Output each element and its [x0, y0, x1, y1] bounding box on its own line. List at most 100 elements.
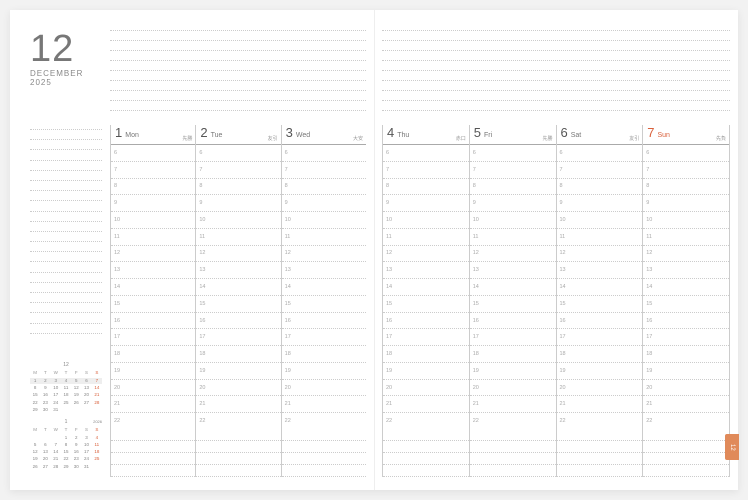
hour-row: 20 [470, 380, 556, 397]
hour-row: 6 [470, 145, 556, 162]
day-number: 1 [115, 125, 122, 140]
notes-below [470, 429, 556, 477]
notes-below [383, 429, 469, 477]
hour-row: 10 [383, 212, 469, 229]
hour-row: 18 [196, 346, 280, 363]
hour-list: 678910111213141516171819202122 [111, 145, 195, 429]
hour-row: 17 [557, 329, 643, 346]
month-name: DECEMBER [30, 69, 83, 78]
hour-row: 19 [557, 363, 643, 380]
month-tab[interactable]: 12 [725, 434, 739, 460]
hour-row: 15 [196, 296, 280, 313]
hour-row: 22 [643, 413, 729, 429]
hour-row: 8 [196, 179, 280, 196]
hour-row: 9 [557, 195, 643, 212]
hour-row: 8 [557, 179, 643, 196]
hour-row: 14 [383, 279, 469, 296]
hour-row: 7 [557, 162, 643, 179]
hour-row: 15 [383, 296, 469, 313]
hour-list: 678910111213141516171819202122 [282, 145, 366, 429]
hour-row: 9 [470, 195, 556, 212]
hour-row: 21 [643, 396, 729, 413]
day-abbr: Wed [296, 132, 310, 139]
hour-row: 21 [282, 396, 366, 413]
hour-list: 678910111213141516171819202122 [383, 145, 469, 429]
hour-row: 12 [282, 246, 366, 263]
hour-row: 17 [470, 329, 556, 346]
hour-row: 11 [111, 229, 195, 246]
hour-row: 16 [643, 313, 729, 330]
hour-row: 6 [557, 145, 643, 162]
hour-row: 11 [196, 229, 280, 246]
hour-row: 17 [111, 329, 195, 346]
day-header: 1Mon先勝 [111, 125, 195, 145]
hour-row: 13 [196, 262, 280, 279]
hour-row: 12 [643, 246, 729, 263]
hour-row: 15 [111, 296, 195, 313]
hour-row: 11 [557, 229, 643, 246]
hour-row: 18 [643, 346, 729, 363]
hour-row: 22 [282, 413, 366, 429]
hour-row: 19 [643, 363, 729, 380]
day-column: 4Thu赤口678910111213141516171819202122 [382, 125, 469, 477]
hour-row: 21 [383, 396, 469, 413]
hour-list: 678910111213141516171819202122 [643, 145, 729, 429]
hour-row: 8 [470, 179, 556, 196]
hour-row: 8 [282, 179, 366, 196]
day-rokuyo: 先勝 [182, 135, 192, 142]
left-page: 12 DECEMBER 2025 1Mon先勝67891011121314151… [10, 10, 374, 490]
month-year: 2025 [30, 78, 83, 87]
hour-row: 16 [282, 313, 366, 330]
hour-row: 6 [111, 145, 195, 162]
hour-row: 9 [196, 195, 280, 212]
hour-row: 15 [282, 296, 366, 313]
hour-row: 7 [282, 162, 366, 179]
day-header: 6Sat友引 [557, 125, 643, 145]
notes-below [111, 429, 195, 477]
hour-row: 17 [282, 329, 366, 346]
day-rokuyo: 先負 [716, 135, 726, 142]
notes-below [557, 429, 643, 477]
hour-row: 20 [196, 380, 280, 397]
hour-row: 14 [111, 279, 195, 296]
hour-row: 12 [196, 246, 280, 263]
hour-row: 9 [111, 195, 195, 212]
day-column: 1Mon先勝678910111213141516171819202122 [110, 125, 195, 477]
hour-row: 7 [111, 162, 195, 179]
hour-list: 678910111213141516171819202122 [470, 145, 556, 429]
hour-row: 21 [557, 396, 643, 413]
day-number: 3 [286, 125, 293, 140]
top-notes-right [382, 30, 730, 111]
hour-row: 6 [383, 145, 469, 162]
day-columns-right: 4Thu赤口6789101112131415161718192021225Fri… [382, 125, 730, 477]
hour-row: 13 [557, 262, 643, 279]
hour-row: 15 [470, 296, 556, 313]
day-column: 3Wed 大安 678910111213141516171819202122 [281, 125, 366, 477]
top-notes-left [110, 30, 366, 111]
day-header: 4Thu赤口 [383, 125, 469, 145]
notes-below [643, 429, 729, 477]
hour-row: 10 [111, 212, 195, 229]
hour-row: 20 [557, 380, 643, 397]
hour-row: 7 [196, 162, 280, 179]
hour-row: 22 [470, 413, 556, 429]
day-header: 5Fri先勝 [470, 125, 556, 145]
hour-row: 13 [643, 262, 729, 279]
day-number: 2 [200, 125, 207, 140]
hour-row: 22 [111, 413, 195, 429]
hour-row: 13 [282, 262, 366, 279]
hour-row: 21 [111, 396, 195, 413]
hour-row: 19 [383, 363, 469, 380]
hour-row: 19 [111, 363, 195, 380]
day-columns-left: 1Mon先勝6789101112131415161718192021222Tue… [110, 125, 366, 477]
day-column: 2Tue友引678910111213141516171819202122 [195, 125, 280, 477]
day-number: 7 [647, 125, 654, 140]
hour-row: 16 [111, 313, 195, 330]
hour-row: 6 [196, 145, 280, 162]
hour-row: 21 [470, 396, 556, 413]
hour-row: 16 [383, 313, 469, 330]
day-rokuyo: 大安 [353, 135, 363, 142]
day-header: 3Wed 大安 [282, 125, 366, 145]
mini-calendars: 12 MTWTFSS123456789101112131415161718192… [30, 362, 102, 476]
day-number: 4 [387, 125, 394, 140]
